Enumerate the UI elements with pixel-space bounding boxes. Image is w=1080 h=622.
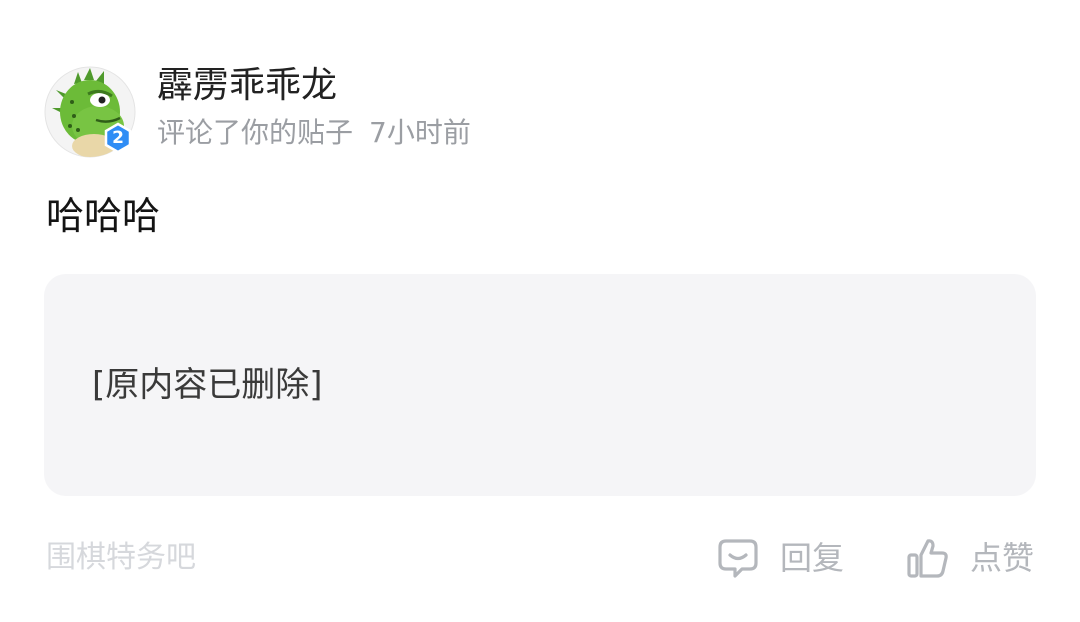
- reply-button[interactable]: 回复: [716, 534, 844, 582]
- like-button[interactable]: 点赞: [906, 534, 1034, 582]
- thumbs-up-icon: [907, 539, 948, 578]
- notification-card[interactable]: 2 霹雳乖乖龙 评论了你的贴子 7小时前 哈哈哈 [原内容已删除] 围棋特务吧 回…: [0, 0, 1080, 622]
- action-text: 评论了你的贴子: [157, 116, 354, 149]
- forum-name-link[interactable]: 围棋特务吧: [46, 537, 196, 579]
- like-label: 点赞: [970, 539, 1035, 577]
- level-badge-number: 2: [112, 128, 124, 148]
- quoted-content: [原内容已删除]: [92, 365, 323, 405]
- reply-label: 回复: [780, 539, 845, 577]
- comment-bubble-icon: [718, 539, 758, 578]
- comment-text[interactable]: 哈哈哈: [46, 190, 160, 242]
- notification-meta: 评论了你的贴子 7小时前: [157, 113, 471, 153]
- timestamp: 7小时前: [369, 116, 471, 149]
- avatar[interactable]: 2: [44, 66, 136, 158]
- username[interactable]: 霹雳乖乖龙: [157, 62, 337, 110]
- quoted-post-box[interactable]: [原内容已删除]: [44, 274, 1036, 496]
